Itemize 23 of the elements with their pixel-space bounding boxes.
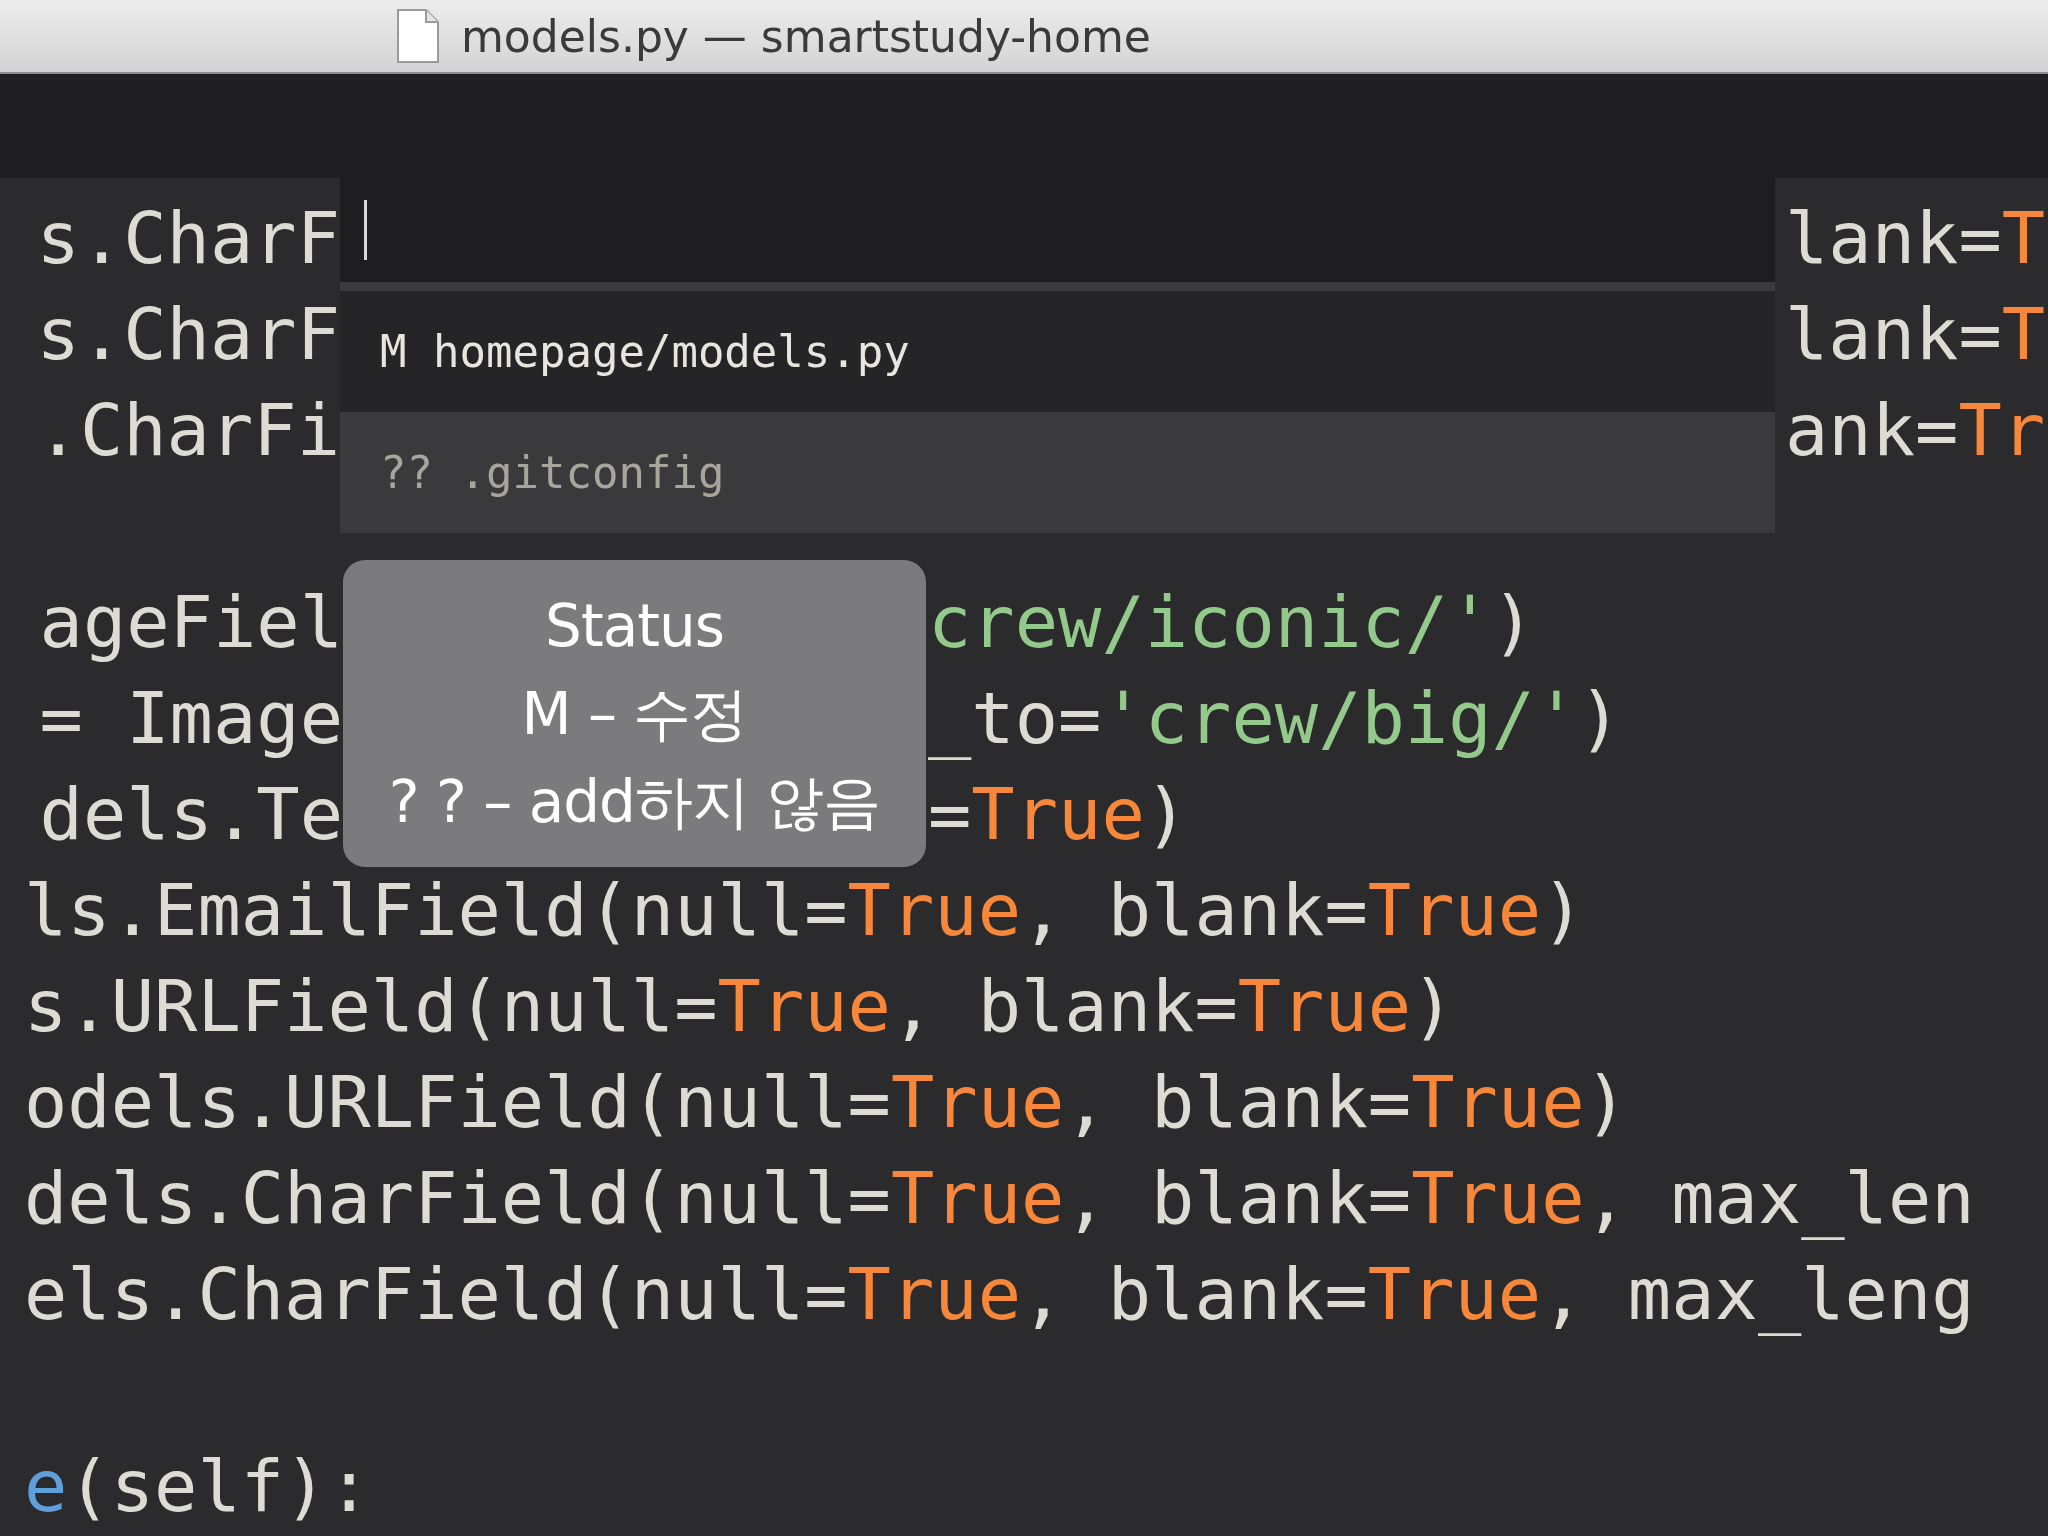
code-line: ageFiel: [39, 579, 343, 666]
code-line: crew/iconic/'): [928, 580, 1535, 664]
list-item[interactable]: M homepage/models.py: [340, 291, 1775, 412]
code-line: dels.CharField(null=True, blank=True, max_len: [24, 1155, 1976, 1242]
code-line: =True): [928, 772, 1189, 856]
document-icon: [395, 8, 441, 64]
code-line: lank=T: [1785, 292, 2046, 376]
code-line: s.URLField(null=True, blank=True): [24, 963, 1456, 1050]
code-line: s.CharF: [36, 291, 340, 378]
code-line: s.CharF: [36, 195, 340, 282]
list-item[interactable]: ?? .gitconfig: [340, 412, 1775, 533]
window-title: models.py — smartstudy-home: [461, 10, 1151, 62]
code-line: e(self):: [24, 1443, 372, 1530]
code-line: ank=Tr: [1785, 388, 2046, 472]
code-line: els.CharField(null=True, blank=True, max_leng: [24, 1251, 1976, 1338]
tooltip-text: Status M – 수정 ? ? – add하지 않음: [388, 590, 881, 838]
code-line: = Image: [39, 675, 343, 762]
code-line: _to='crew/big/'): [928, 676, 1622, 760]
code-line: dels.Te: [39, 771, 343, 858]
code-line: odels.URLField(null=True, blank=True): [24, 1059, 1629, 1146]
code-line: ls.EmailField(null=True, blank=True): [24, 867, 1586, 954]
code-line: lank=T: [1785, 196, 2046, 280]
code-line: .CharFi: [36, 387, 340, 474]
